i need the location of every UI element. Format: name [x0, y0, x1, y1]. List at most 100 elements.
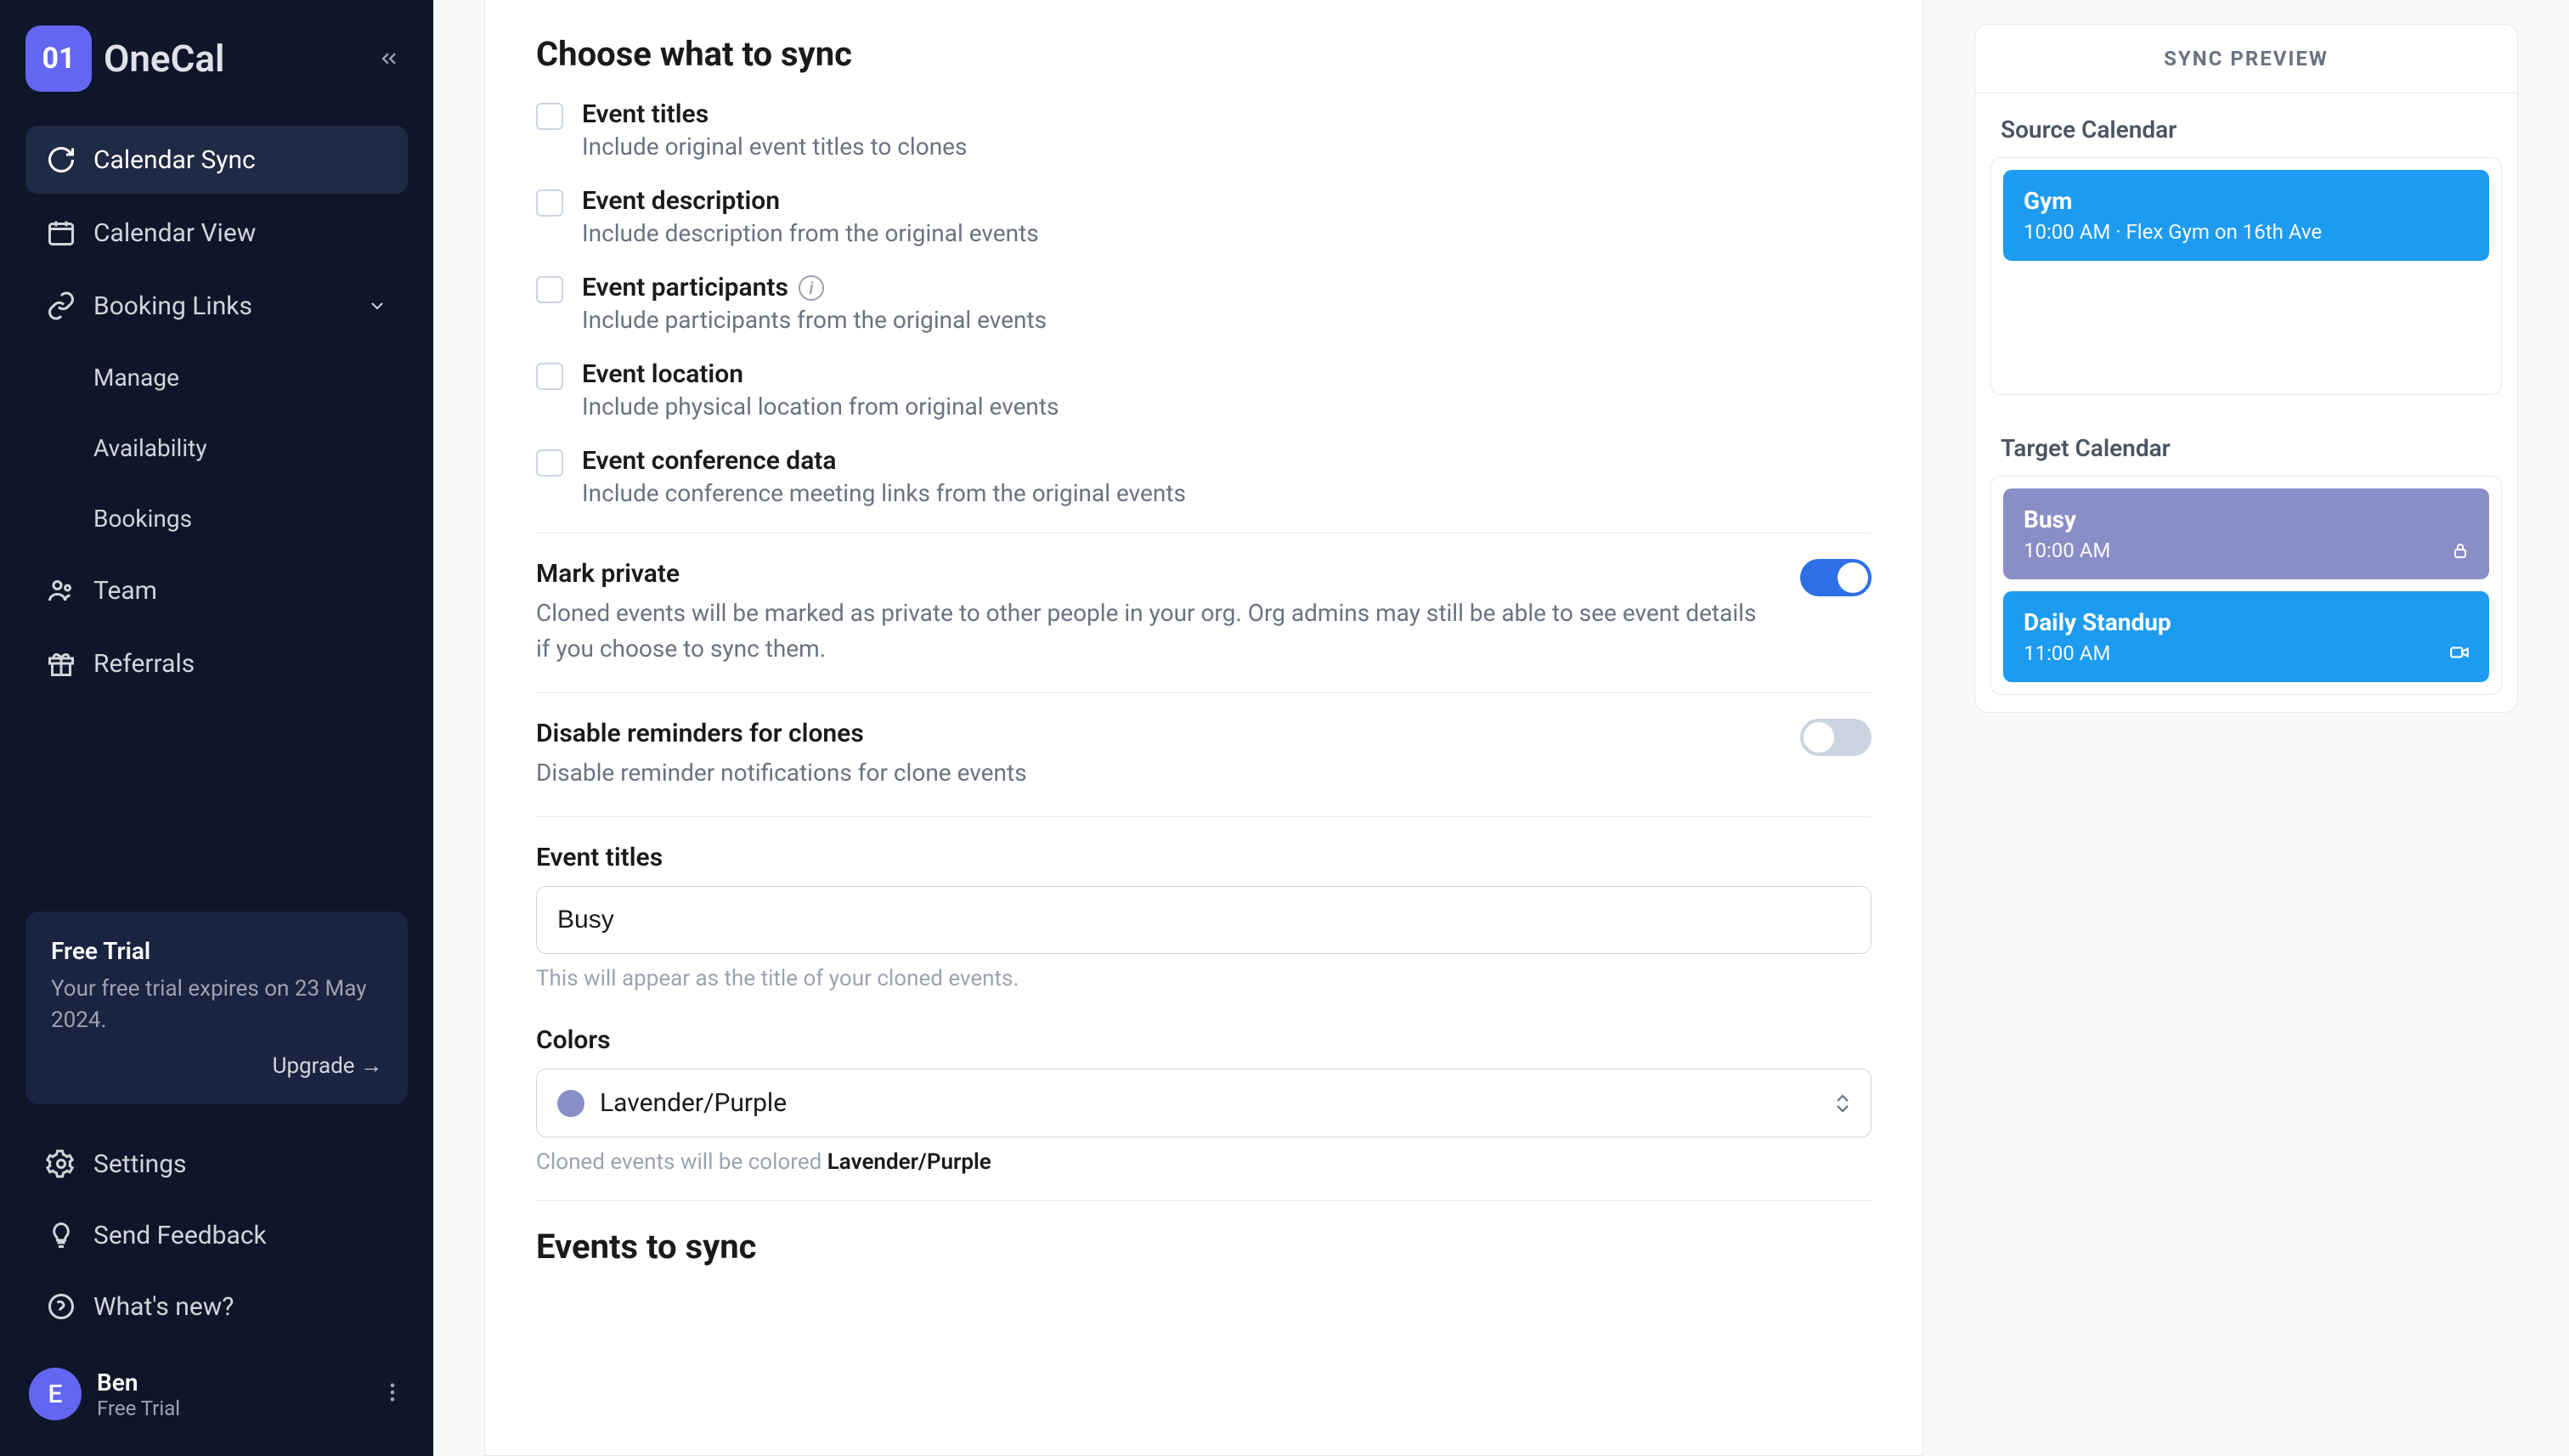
nav-availability[interactable]: Availability: [25, 415, 408, 481]
checkbox[interactable]: [536, 189, 563, 217]
user-info: Ben Free Trial: [97, 1369, 180, 1420]
info-icon[interactable]: i: [799, 275, 824, 301]
check-sub: Include participants from the original e…: [582, 306, 1047, 334]
colors-field: Colors Lavender/Purple Cloned events wil…: [536, 1025, 1872, 1175]
nav-bookings[interactable]: Bookings: [25, 486, 408, 551]
event-titles-field: Event titles This will appear as the tit…: [536, 843, 1872, 991]
toggle-title: Mark private: [536, 559, 1766, 589]
nav-label: Calendar Sync: [93, 145, 256, 175]
check-title: Event participants i: [582, 273, 1047, 302]
event-card: Busy 10:00 AM: [2003, 488, 2489, 579]
logo-row: 01 OneCal: [25, 25, 408, 92]
section-title: Choose what to sync: [536, 34, 1872, 74]
gear-icon: [46, 1148, 76, 1179]
field-help: Cloned events will be colored Lavender/P…: [536, 1149, 1872, 1175]
trial-card: Free Trial Your free trial expires on 23…: [25, 911, 408, 1104]
user-menu-button[interactable]: [381, 1380, 404, 1408]
upgrade-link[interactable]: Upgrade →: [51, 1052, 382, 1079]
select-value: Lavender/Purple: [600, 1088, 787, 1118]
event-titles-input[interactable]: [536, 886, 1872, 954]
nav-label: Referrals: [93, 649, 195, 679]
check-title: Event location: [582, 359, 1059, 389]
nav-calendar-sync[interactable]: Calendar Sync: [25, 126, 408, 194]
preview-box: SYNC PREVIEW Source Calendar Gym 10:00 A…: [1974, 24, 2518, 713]
target-calendar-label: Target Calendar: [1975, 412, 2517, 476]
user-name: Ben: [97, 1369, 180, 1397]
checkbox[interactable]: [536, 103, 563, 130]
sidebar: 01 OneCal Calendar Sync Calendar View Bo…: [0, 0, 433, 1456]
toggle-title: Disable reminders for clones: [536, 719, 1766, 748]
nav-label: Availability: [93, 434, 207, 462]
logo-mark: 01: [25, 25, 92, 92]
nav-label: Send Feedback: [93, 1221, 267, 1250]
help-icon: [46, 1291, 76, 1322]
source-calendar-box: Gym 10:00 AM · Flex Gym on 16th Ave: [1990, 157, 2502, 395]
event-sub: 10:00 AM: [2024, 539, 2469, 562]
event-card: Gym 10:00 AM · Flex Gym on 16th Ave: [2003, 170, 2489, 261]
lock-icon: [2450, 540, 2470, 561]
check-sub: Include original event titles to clones: [582, 133, 967, 161]
section-title: Events to sync: [536, 1227, 1872, 1267]
logo[interactable]: 01 OneCal: [25, 25, 224, 92]
event-title: Gym: [2024, 187, 2469, 215]
nav-manage[interactable]: Manage: [25, 345, 408, 410]
nav-referrals[interactable]: Referrals: [25, 629, 408, 697]
target-calendar-box: Busy 10:00 AM Daily Standup 11:00 AM: [1990, 476, 2502, 695]
check-event-location: Event location Include physical location…: [536, 359, 1872, 420]
sidebar-collapse-button[interactable]: [370, 40, 408, 77]
toggle-sub: Disable reminder notifications for clone…: [536, 755, 1766, 791]
nav-settings[interactable]: Settings: [25, 1130, 408, 1198]
check-sub: Include description from the original ev…: [582, 219, 1039, 247]
link-icon: [46, 291, 76, 321]
mark-private-toggle[interactable]: [1800, 559, 1872, 596]
divider: [536, 816, 1872, 817]
check-title: Event conference data: [582, 446, 1186, 476]
sync-icon: [46, 144, 76, 175]
disable-reminders-toggle[interactable]: [1800, 719, 1872, 756]
logo-text: OneCal: [104, 37, 224, 81]
color-swatch-icon: [557, 1090, 584, 1117]
field-help: This will appear as the title of your cl…: [536, 966, 1872, 991]
chevron-double-left-icon: [377, 47, 401, 71]
nav-booking-links[interactable]: Booking Links: [25, 272, 408, 340]
nav-team[interactable]: Team: [25, 556, 408, 624]
select-chevron-icon: [1835, 1094, 1850, 1113]
user-plan: Free Trial: [97, 1397, 180, 1420]
nav-label: Settings: [93, 1149, 187, 1179]
nav-label: Booking Links: [93, 291, 252, 321]
nav: Calendar Sync Calendar View Booking Link…: [25, 126, 408, 697]
lightbulb-icon: [46, 1220, 76, 1250]
nav-label: Bookings: [93, 505, 192, 533]
check-event-description: Event description Include description fr…: [536, 186, 1872, 247]
checkbox[interactable]: [536, 363, 563, 390]
avatar[interactable]: E: [29, 1368, 82, 1420]
event-sub: 10:00 AM · Flex Gym on 16th Ave: [2024, 220, 2469, 244]
trial-title: Free Trial: [51, 937, 382, 965]
gift-icon: [46, 648, 76, 679]
check-sub: Include physical location from original …: [582, 392, 1059, 420]
nav-calendar-view[interactable]: Calendar View: [25, 199, 408, 267]
check-event-participants: Event participants i Include participant…: [536, 273, 1872, 334]
source-calendar-label: Source Calendar: [1975, 93, 2517, 157]
trial-text: Your free trial expires on 23 May 2024.: [51, 973, 382, 1036]
dots-vertical-icon: [381, 1380, 404, 1404]
field-label: Event titles: [536, 843, 1872, 872]
colors-select[interactable]: Lavender/Purple: [536, 1069, 1872, 1137]
preview-header: SYNC PREVIEW: [1975, 25, 2517, 93]
main: Choose what to sync Event titles Include…: [433, 0, 2569, 1456]
nav-label: Calendar View: [93, 218, 256, 248]
user-row: E Ben Free Trial: [25, 1357, 408, 1431]
nav-send-feedback[interactable]: Send Feedback: [25, 1201, 408, 1269]
divider: [536, 692, 1872, 693]
nav-label: Team: [93, 576, 157, 606]
event-title: Busy: [2024, 505, 2469, 533]
nav-whats-new[interactable]: What's new?: [25, 1273, 408, 1340]
chevron-down-icon: [367, 296, 387, 316]
check-title: Event description: [582, 186, 1039, 216]
nav-label: What's new?: [93, 1292, 234, 1322]
check-event-titles: Event titles Include original event titl…: [536, 99, 1872, 161]
mark-private-row: Mark private Cloned events will be marke…: [536, 559, 1872, 667]
checkbox[interactable]: [536, 276, 563, 303]
event-card: Daily Standup 11:00 AM: [2003, 591, 2489, 682]
checkbox[interactable]: [536, 449, 563, 477]
